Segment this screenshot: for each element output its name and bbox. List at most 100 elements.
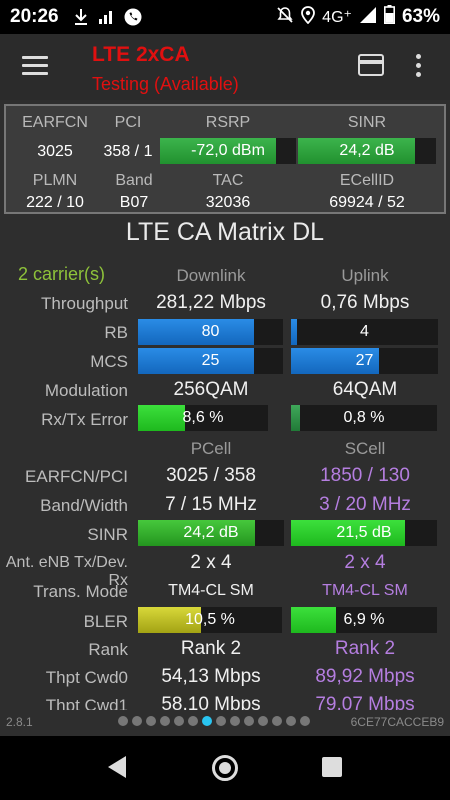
page-dot[interactable] bbox=[244, 716, 254, 726]
uplink-mcs-bar: 27 bbox=[291, 348, 438, 374]
signal-strength-icon bbox=[97, 7, 117, 27]
app-bar: LTE 2xCA Testing (Available) bbox=[0, 34, 450, 100]
matrix-title: LTE CA Matrix DL bbox=[125, 218, 325, 246]
sinr-value: 24,2 dB bbox=[339, 142, 395, 159]
pcell-sinr-bar: 24,2 dB bbox=[138, 520, 284, 546]
pci-value: 358 / 1 bbox=[103, 143, 153, 160]
device-id: 6CE77CACCEB9 bbox=[350, 715, 444, 729]
mcs-label: MCS bbox=[90, 352, 128, 371]
downlink-rb-value: 80 bbox=[201, 323, 220, 340]
pcell-bler-bar: 10,5 % bbox=[138, 607, 282, 633]
page-footer: 2.8.1 6CE77CACCEB9 bbox=[0, 710, 450, 736]
rank-label: Rank bbox=[88, 640, 128, 659]
page-dot[interactable] bbox=[216, 716, 226, 726]
rb-label: RB bbox=[104, 323, 128, 342]
downlink-mcs-value: 25 bbox=[201, 352, 220, 369]
band-label: Band bbox=[115, 172, 153, 189]
page-dot[interactable] bbox=[300, 716, 310, 726]
page-dot[interactable] bbox=[118, 716, 128, 726]
ecellid-label: ECellID bbox=[339, 172, 395, 189]
rsrp-bar: -72,0 dBm bbox=[160, 138, 296, 164]
rxtx-error-label: Rx/Tx Error bbox=[41, 410, 128, 429]
throughput-label: Throughput bbox=[41, 294, 128, 313]
pcell-trans-mode: TM4-CL SM bbox=[168, 582, 254, 599]
downlink-mcs-bar: 25 bbox=[138, 348, 283, 374]
downlink-header: Downlink bbox=[176, 266, 246, 285]
page-dot[interactable] bbox=[272, 716, 282, 726]
pcell-band-width: 7 / 15 MHz bbox=[165, 494, 257, 515]
downlink-rb-bar: 80 bbox=[138, 319, 283, 345]
uplink-rb-bar: 4 bbox=[291, 319, 438, 345]
downlink-error-bar: 8,6 % bbox=[138, 405, 268, 431]
thpt-cwd0-label: Thpt Cwd0 bbox=[45, 668, 128, 687]
modulation-label: Modulation bbox=[44, 381, 128, 400]
menu-icon[interactable] bbox=[22, 56, 48, 76]
pcell-bler-value: 10,5 % bbox=[185, 611, 235, 628]
page-dot[interactable] bbox=[146, 716, 156, 726]
downlink-modulation: 256QAM bbox=[173, 379, 249, 400]
cell-sinr-label: SINR bbox=[87, 525, 128, 544]
earfcn-label: EARFCN bbox=[22, 114, 88, 131]
trans-mode-label: Trans. Mode bbox=[33, 582, 128, 601]
back-icon[interactable] bbox=[108, 756, 126, 778]
tac-label: TAC bbox=[212, 172, 244, 189]
uplink-throughput: 0,76 Mbps bbox=[320, 292, 410, 313]
pcell-header: PCell bbox=[190, 439, 232, 458]
app-version: 2.8.1 bbox=[6, 715, 33, 729]
navigation-bar bbox=[0, 736, 450, 800]
earfcn-value: 3025 bbox=[37, 143, 73, 160]
plmn-value: 222 / 10 bbox=[26, 194, 84, 211]
serving-cell-info: EARFCN PCI RSRP SINR 3025 358 / 1 -72,0 … bbox=[4, 104, 446, 214]
page-dot[interactable] bbox=[258, 716, 268, 726]
pcell-rank: Rank 2 bbox=[180, 638, 242, 659]
plmn-label: PLMN bbox=[32, 172, 78, 189]
scell-bler-bar: 6,9 % bbox=[291, 607, 437, 633]
bler-label: BLER bbox=[83, 612, 128, 631]
page-dot[interactable] bbox=[160, 716, 170, 726]
network-type: 4G⁺ bbox=[322, 9, 352, 26]
pcell-thpt-cwd0: 54,13 Mbps bbox=[161, 666, 261, 687]
band-value: B07 bbox=[119, 194, 149, 211]
pci-label: PCI bbox=[114, 114, 142, 131]
page-dot[interactable] bbox=[230, 716, 240, 726]
scell-thpt-cwd0: 89,92 Mbps bbox=[315, 666, 415, 687]
recents-icon[interactable] bbox=[322, 757, 342, 777]
band-width-label: Band/Width bbox=[40, 496, 128, 515]
uplink-header: Uplink bbox=[341, 266, 389, 285]
battery-level: 63% bbox=[401, 6, 440, 27]
status-time: 20:26 bbox=[10, 6, 59, 27]
battery-icon bbox=[383, 5, 395, 29]
page-dot[interactable] bbox=[188, 716, 198, 726]
downlink-error-value: 8,6 % bbox=[182, 409, 224, 426]
page-indicator[interactable] bbox=[118, 716, 310, 726]
uplink-mcs-value: 27 bbox=[355, 352, 374, 369]
scell-header: SCell bbox=[344, 439, 386, 458]
page-dot[interactable] bbox=[174, 716, 184, 726]
earfcn-pci-label: EARFCN/PCI bbox=[25, 467, 128, 486]
scell-trans-mode: TM4-CL SM bbox=[322, 582, 408, 599]
pcell-antenna: 2 x 4 bbox=[190, 552, 232, 573]
downlink-throughput: 281,22 Mbps bbox=[156, 292, 266, 313]
page-dot[interactable] bbox=[286, 716, 296, 726]
uplink-error-bar: 0,8 % bbox=[291, 405, 437, 431]
sinr-label: SINR bbox=[347, 114, 387, 131]
scell-band-width: 3 / 20 MHz bbox=[319, 494, 411, 515]
phone-call-icon bbox=[123, 7, 143, 27]
ecellid-value: 69924 / 52 bbox=[329, 194, 405, 211]
home-icon[interactable] bbox=[212, 755, 238, 781]
location-icon bbox=[301, 5, 316, 29]
pcell-earfcn-pci: 3025 / 358 bbox=[166, 465, 256, 486]
more-options-icon[interactable] bbox=[416, 54, 422, 78]
sinr-bar: 24,2 dB bbox=[298, 138, 436, 164]
carrier-count: 2 carrier(s) bbox=[18, 264, 106, 284]
status-bar: 20:26 4G⁺ 63% bbox=[0, 0, 450, 34]
rsrp-value: -72,0 dBm bbox=[191, 142, 265, 159]
scell-sinr-bar: 21,5 dB bbox=[291, 520, 437, 546]
page-dot-active[interactable] bbox=[202, 716, 212, 726]
page-dot[interactable] bbox=[132, 716, 142, 726]
cell-signal-icon bbox=[359, 6, 377, 29]
uplink-error-value: 0,8 % bbox=[343, 409, 385, 426]
scell-sinr-value: 21,5 dB bbox=[336, 524, 392, 541]
sim-card-icon[interactable] bbox=[358, 54, 384, 76]
scell-earfcn-pci: 1850 / 130 bbox=[320, 465, 410, 486]
